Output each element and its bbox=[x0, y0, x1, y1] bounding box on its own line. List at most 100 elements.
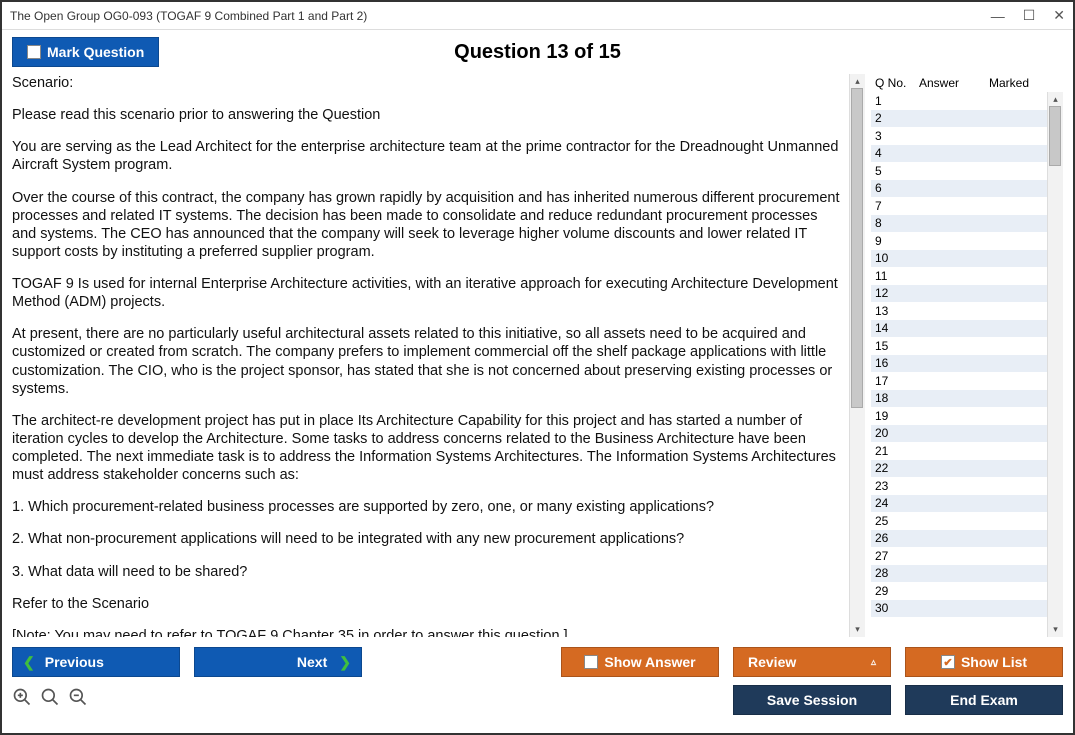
question-list-row[interactable]: 18 bbox=[871, 390, 1047, 408]
end-exam-button[interactable]: End Exam bbox=[905, 685, 1063, 715]
question-list-row[interactable]: 29 bbox=[871, 582, 1047, 600]
scroll-down-icon[interactable]: ▾ bbox=[855, 624, 860, 635]
question-list-row[interactable]: 23 bbox=[871, 477, 1047, 495]
question-list-row[interactable]: 6 bbox=[871, 180, 1047, 198]
col-qno: Q No. bbox=[871, 76, 919, 90]
question-list-row[interactable]: 20 bbox=[871, 425, 1047, 443]
question-number: 3 bbox=[871, 129, 911, 143]
question-list-row[interactable]: 25 bbox=[871, 512, 1047, 530]
next-label: Next bbox=[209, 654, 333, 670]
show-list-button[interactable]: ✔ Show List bbox=[905, 647, 1063, 677]
question-list-body-wrap: 1234567891011121314151617181920212223242… bbox=[871, 92, 1063, 637]
scenario-para: At present, there are no particularly us… bbox=[12, 325, 845, 398]
content-row: Scenario: Please read this scenario prio… bbox=[2, 74, 1073, 641]
question-number: 6 bbox=[871, 181, 911, 195]
scroll-up-icon[interactable]: ▴ bbox=[855, 76, 860, 87]
close-icon[interactable]: ✕ bbox=[1053, 7, 1065, 24]
question-number: 19 bbox=[871, 409, 911, 423]
question-list-row[interactable]: 7 bbox=[871, 197, 1047, 215]
question-number: 20 bbox=[871, 426, 911, 440]
question-list-row[interactable]: 30 bbox=[871, 600, 1047, 618]
question-list-row[interactable]: 17 bbox=[871, 372, 1047, 390]
question-list-row[interactable]: 15 bbox=[871, 337, 1047, 355]
question-list-row[interactable]: 26 bbox=[871, 530, 1047, 548]
question-list-body: 1234567891011121314151617181920212223242… bbox=[871, 92, 1047, 637]
question-list-row[interactable]: 19 bbox=[871, 407, 1047, 425]
question-number: 12 bbox=[871, 286, 911, 300]
question-list-row[interactable]: 16 bbox=[871, 355, 1047, 373]
question-number: 5 bbox=[871, 164, 911, 178]
question-number: 4 bbox=[871, 146, 911, 160]
question-list-row[interactable]: 13 bbox=[871, 302, 1047, 320]
question-number: 14 bbox=[871, 321, 911, 335]
window-title: The Open Group OG0-093 (TOGAF 9 Combined… bbox=[10, 9, 367, 23]
question-list-row[interactable]: 3 bbox=[871, 127, 1047, 145]
question-list-row[interactable]: 12 bbox=[871, 285, 1047, 303]
scenario-pane: Scenario: Please read this scenario prio… bbox=[12, 74, 865, 637]
question-list-panel: Q No. Answer Marked 12345678910111213141… bbox=[871, 74, 1063, 637]
next-button[interactable]: Next ❯ bbox=[194, 647, 362, 677]
question-number: 30 bbox=[871, 601, 911, 615]
chevron-right-icon: ❯ bbox=[339, 654, 351, 671]
question-list-row[interactable]: 5 bbox=[871, 162, 1047, 180]
question-list-row[interactable]: 2 bbox=[871, 110, 1047, 128]
app-window: The Open Group OG0-093 (TOGAF 9 Combined… bbox=[0, 0, 1075, 735]
question-number: 25 bbox=[871, 514, 911, 528]
question-number: 8 bbox=[871, 216, 911, 230]
question-list-row[interactable]: 1 bbox=[871, 92, 1047, 110]
question-list-row[interactable]: 4 bbox=[871, 145, 1047, 163]
question-number: 28 bbox=[871, 566, 911, 580]
checkbox-checked-icon: ✔ bbox=[941, 655, 955, 669]
review-dropdown[interactable]: Review ▵ bbox=[733, 647, 891, 677]
scenario-para: Please read this scenario prior to answe… bbox=[12, 106, 845, 124]
zoom-controls bbox=[12, 687, 88, 713]
minimize-icon[interactable]: — bbox=[991, 8, 1005, 24]
zoom-reset-icon[interactable] bbox=[40, 687, 60, 713]
col-marked: Marked bbox=[989, 76, 1063, 90]
question-list-row[interactable]: 11 bbox=[871, 267, 1047, 285]
mark-question-button[interactable]: Mark Question bbox=[12, 37, 159, 67]
zoom-in-icon[interactable] bbox=[12, 687, 32, 713]
mark-question-label: Mark Question bbox=[47, 44, 144, 60]
scrollbar-thumb[interactable] bbox=[851, 88, 863, 408]
show-list-label: Show List bbox=[961, 654, 1027, 670]
question-list-row[interactable]: 22 bbox=[871, 460, 1047, 478]
question-list-row[interactable]: 27 bbox=[871, 547, 1047, 565]
question-list-row[interactable]: 14 bbox=[871, 320, 1047, 338]
scenario-para: TOGAF 9 Is used for internal Enterprise … bbox=[12, 275, 845, 311]
question-list-row[interactable]: 24 bbox=[871, 495, 1047, 513]
zoom-out-icon[interactable] bbox=[68, 687, 88, 713]
question-number: 13 bbox=[871, 304, 911, 318]
scenario-para: [Note: You may need to refer to TOGAF 9 … bbox=[12, 627, 845, 637]
question-list-row[interactable]: 8 bbox=[871, 215, 1047, 233]
previous-button[interactable]: ❮ Previous bbox=[12, 647, 180, 677]
question-number: 22 bbox=[871, 461, 911, 475]
checkbox-icon bbox=[584, 655, 598, 669]
question-list-row[interactable]: 9 bbox=[871, 232, 1047, 250]
header-row: Mark Question Question 13 of 15 bbox=[2, 30, 1073, 74]
question-number: 27 bbox=[871, 549, 911, 563]
question-list-row[interactable]: 10 bbox=[871, 250, 1047, 268]
titlebar: The Open Group OG0-093 (TOGAF 9 Combined… bbox=[2, 2, 1073, 30]
question-number: 16 bbox=[871, 356, 911, 370]
question-list-row[interactable]: 21 bbox=[871, 442, 1047, 460]
question-number: 23 bbox=[871, 479, 911, 493]
question-number: 17 bbox=[871, 374, 911, 388]
scrollbar-thumb[interactable] bbox=[1049, 106, 1061, 166]
question-number: 1 bbox=[871, 94, 911, 108]
question-number: 9 bbox=[871, 234, 911, 248]
scenario-text: Scenario: Please read this scenario prio… bbox=[12, 74, 849, 637]
qlist-scrollbar[interactable]: ▴ ▾ bbox=[1047, 92, 1063, 637]
scroll-up-icon[interactable]: ▴ bbox=[1053, 94, 1058, 105]
maximize-icon[interactable]: ☐ bbox=[1023, 7, 1036, 24]
scenario-para: You are serving as the Lead Architect fo… bbox=[12, 138, 845, 174]
scroll-down-icon[interactable]: ▾ bbox=[1053, 624, 1058, 635]
scenario-para: Scenario: bbox=[12, 74, 845, 92]
save-session-button[interactable]: Save Session bbox=[733, 685, 891, 715]
review-label: Review bbox=[748, 654, 796, 670]
question-list-row[interactable]: 28 bbox=[871, 565, 1047, 583]
checkbox-icon bbox=[27, 45, 41, 59]
show-answer-button[interactable]: Show Answer bbox=[561, 647, 719, 677]
scenario-scrollbar[interactable]: ▴ ▾ bbox=[849, 74, 865, 637]
question-number: 10 bbox=[871, 251, 911, 265]
